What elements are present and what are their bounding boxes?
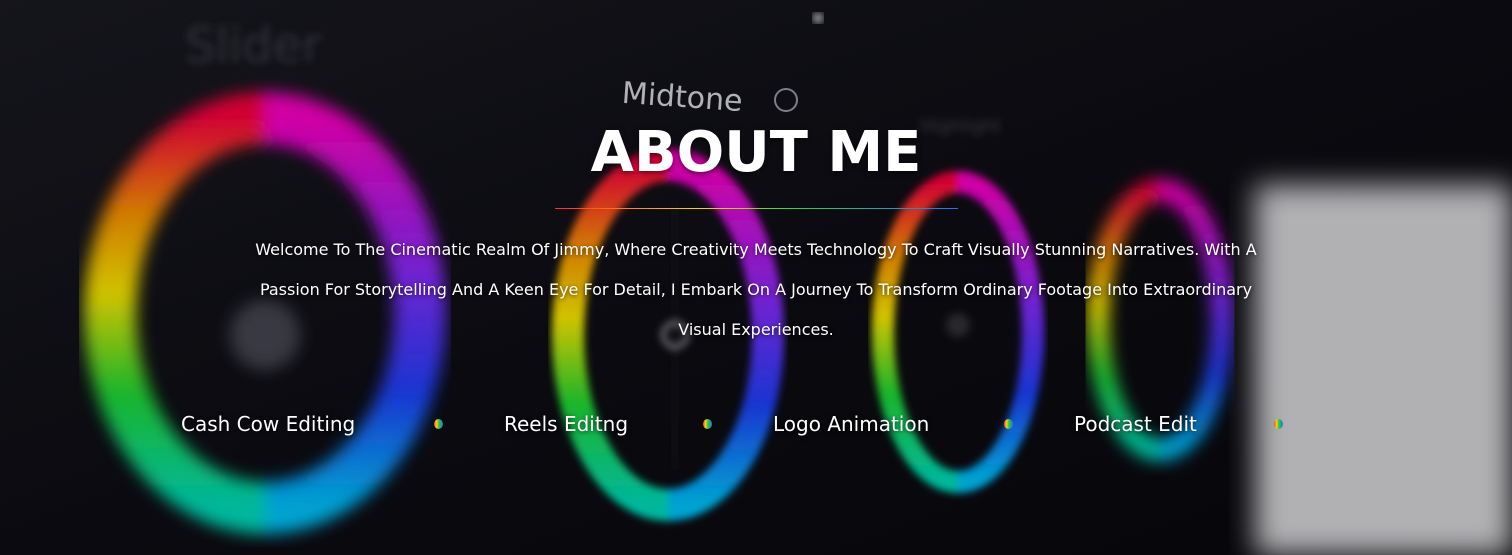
service-podcast-edit[interactable]: Podcast Edit (1074, 404, 1197, 444)
about-me-title: ABOUT ME (590, 120, 922, 185)
about-description: Welcome To The Cinematic Realm Of Jimmy,… (255, 240, 1257, 339)
service-reels-editing[interactable]: Reels Editng (504, 404, 628, 444)
separator-dot-icon (1274, 419, 1283, 429)
services-list: Cash Cow Editing Reels Editng Logo Anima… (0, 404, 1512, 444)
separator-dot-icon (703, 419, 712, 429)
separator-dot-icon (434, 419, 443, 429)
service-logo-animation[interactable]: Logo Animation (773, 404, 929, 444)
service-cash-cow-editing[interactable]: Cash Cow Editing (181, 404, 355, 444)
title-divider (555, 208, 958, 209)
separator-dot-icon (1004, 419, 1013, 429)
